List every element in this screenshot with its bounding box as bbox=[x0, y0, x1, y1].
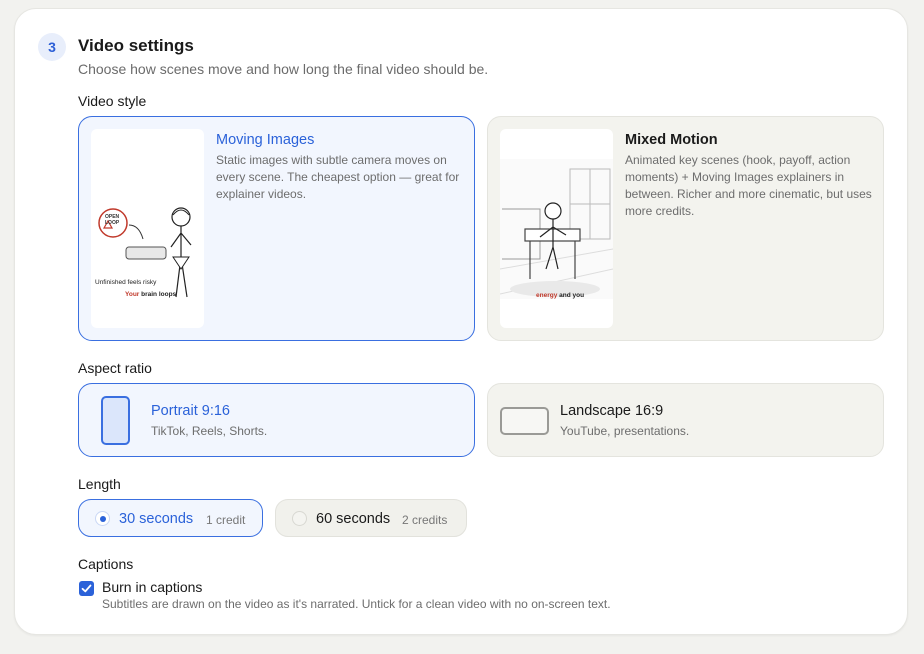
style-option-description: Static images with subtle camera moves o… bbox=[216, 153, 460, 201]
style-option-description: Animated key scenes (hook, payoff, actio… bbox=[625, 153, 872, 218]
thumb-caption-line1: Unfinished feels risky bbox=[95, 279, 157, 286]
step-number-badge: 3 bbox=[38, 33, 66, 61]
portrait-frame-icon bbox=[101, 396, 130, 445]
style-option-name: Mixed Motion bbox=[625, 132, 718, 148]
captions-description: Subtitles are drawn on the video as it's… bbox=[102, 597, 611, 611]
length-option-credits: 1 credit bbox=[206, 513, 246, 527]
landscape-frame-icon bbox=[500, 407, 549, 435]
length-label: Length bbox=[78, 476, 121, 492]
style-option-mixed-motion[interactable]: energy and you Mixed Motion Animated key… bbox=[487, 116, 884, 341]
checkmark-icon bbox=[81, 584, 92, 593]
thumb-caption-line2: Your brain loops bbox=[125, 291, 177, 298]
radio-unselected-icon bbox=[292, 511, 307, 526]
length-option-label: 60 seconds bbox=[316, 511, 391, 527]
mixed-motion-thumbnail: energy and you bbox=[500, 129, 613, 328]
style-option-name: Moving Images bbox=[216, 132, 315, 148]
ratio-option-description: YouTube, presentations. bbox=[560, 424, 690, 438]
stick-figure-illustration bbox=[98, 207, 192, 298]
section-title: Video settings bbox=[78, 36, 194, 55]
moving-images-thumbnail: OPEN LOOP Unfinished feels risky Your br… bbox=[91, 129, 204, 328]
captions-label: Captions bbox=[78, 556, 134, 572]
length-option-60s[interactable]: 60 seconds 2 credits bbox=[275, 499, 467, 537]
style-option-moving-images[interactable]: OPEN LOOP Unfinished feels risky Your br… bbox=[78, 116, 475, 341]
burn-in-captions-checkbox[interactable] bbox=[79, 581, 94, 596]
video-style-label: Video style bbox=[78, 93, 147, 109]
burn-in-captions-label[interactable]: Burn in captions bbox=[102, 579, 202, 595]
length-option-label: 30 seconds bbox=[119, 511, 194, 527]
ratio-option-portrait[interactable]: Portrait 9:16 TikTok, Reels, Shorts. bbox=[78, 383, 475, 457]
aspect-ratio-label: Aspect ratio bbox=[78, 360, 152, 376]
ratio-option-name: Landscape 16:9 bbox=[560, 403, 664, 419]
thumb-caption: energy and you bbox=[536, 292, 585, 299]
ratio-option-description: TikTok, Reels, Shorts. bbox=[151, 424, 268, 438]
length-option-credits: 2 credits bbox=[402, 513, 448, 527]
section-subtitle: Choose how scenes move and how long the … bbox=[78, 61, 489, 77]
ratio-option-landscape[interactable]: Landscape 16:9 YouTube, presentations. bbox=[487, 383, 884, 457]
length-option-30s[interactable]: 30 seconds 1 credit bbox=[78, 499, 263, 537]
thumb-open-text: OPEN LOOP bbox=[105, 214, 120, 226]
ratio-option-name: Portrait 9:16 bbox=[151, 403, 230, 419]
radio-selected-icon bbox=[95, 511, 110, 526]
